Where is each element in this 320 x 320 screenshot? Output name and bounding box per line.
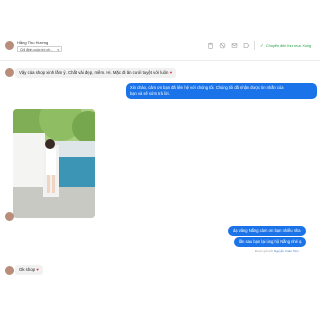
move-to-done-label: Chuyển đến thư mục Xong xyxy=(265,44,312,48)
outgoing-message-text: lần sau bạn lại ủng hộ Nắng nhé ạ xyxy=(239,239,302,244)
incoming-message: Vậy của shop xinh lắm ý. Chất vải đẹp, m… xyxy=(15,68,177,78)
check-icon: ✓ xyxy=(260,43,264,48)
mark-unread-icon[interactable] xyxy=(231,42,238,49)
customer-avatar-small xyxy=(5,266,14,275)
outgoing-message: dạ vâng Nắng cảm ơn bạn nhiều nha xyxy=(228,226,306,236)
outgoing-message-text: dạ vâng Nắng cảm ơn bạn nhiều nha xyxy=(233,228,301,233)
move-to-done-button[interactable]: ✓ Chuyển đến thư mục Xong xyxy=(260,43,311,49)
assignee-label: Chỉ định cuộc trò ch... xyxy=(20,48,53,52)
trash-icon[interactable] xyxy=(207,42,214,49)
outgoing-message-line: bạn và sẽ sớm trả lời. xyxy=(130,91,170,96)
incoming-message-text: Ok shop xyxy=(19,267,36,272)
block-icon[interactable] xyxy=(219,42,226,49)
assign-conversation-dropdown[interactable]: Chỉ định cuộc trò ch... ▾ xyxy=(17,46,62,52)
outgoing-message: lần sau bạn lại ủng hộ Nắng nhé ạ xyxy=(234,237,307,247)
customer-avatar[interactable] xyxy=(5,41,14,50)
chevron-down-icon: ▾ xyxy=(57,48,59,52)
outgoing-message-autoreply: Xin chào, cảm ơn bạn đã liên hệ với chún… xyxy=(126,83,317,99)
heart-emoji: ♥ xyxy=(169,70,173,75)
customer-name[interactable]: Hằng Thu Hương xyxy=(17,40,48,45)
incoming-message: Ok shop ♥ xyxy=(15,265,43,275)
sent-by-name[interactable]: Nguyễn Xuân Tiến xyxy=(274,249,299,253)
shared-photo[interactable] xyxy=(13,109,95,218)
toolbar-divider xyxy=(254,41,255,50)
heart-emoji: ♥ xyxy=(36,267,39,272)
incoming-message-text: Vậy của shop xinh lắm ý. Chất vải đẹp, m… xyxy=(19,70,169,75)
conversation-header: Hằng Thu Hương Chỉ định cuộc trò ch... ▾… xyxy=(0,0,320,61)
customer-avatar-small xyxy=(5,68,14,77)
sent-by-prefix: Được gửi bởi xyxy=(255,249,273,253)
sent-by-meta: Được gửi bởi Nguyễn Xuân Tiến xyxy=(255,249,299,253)
label-icon[interactable] xyxy=(243,42,250,49)
customer-avatar-small xyxy=(5,212,14,221)
photo-image xyxy=(13,109,95,218)
